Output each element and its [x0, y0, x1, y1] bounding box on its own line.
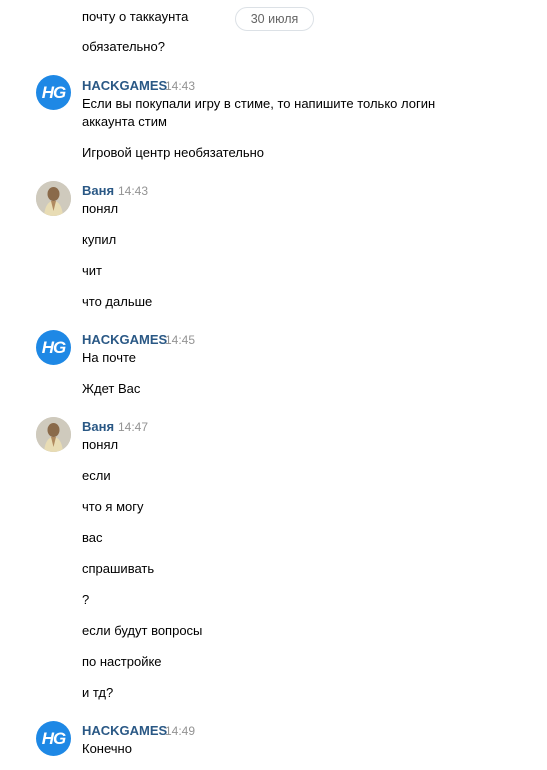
message-text: понял: [82, 201, 119, 216]
message-text: что я могу: [82, 499, 144, 514]
message-text: по настройке: [82, 654, 162, 669]
hackgames-avatar[interactable]: HG: [36, 721, 71, 756]
message-text: обязательно?: [82, 39, 165, 54]
message-text: купил: [82, 232, 117, 247]
message-time[interactable]: 14:43: [118, 184, 148, 198]
hg-logo-text: HG: [41, 337, 66, 357]
author-name[interactable]: HACKGAMES: [82, 332, 167, 347]
message-text: Если вы покупали игру в стиме, то напиши…: [82, 96, 436, 111]
author-name[interactable]: Ваня: [82, 183, 114, 198]
message-text: и тд?: [82, 685, 114, 700]
user-photo-icon: [36, 181, 71, 216]
hackgames-avatar[interactable]: HG: [36, 75, 71, 110]
message-text: чит: [82, 263, 102, 278]
message-text: что дальше: [82, 294, 153, 309]
author-name[interactable]: HACKGAMES: [82, 723, 167, 738]
author-name[interactable]: Ваня: [82, 419, 114, 434]
chat-history: почту о таккаунта 30 июля обязательно? H…: [0, 0, 547, 770]
message-text: почту о таккаунта: [82, 9, 189, 24]
hg-logo-text: HG: [41, 82, 66, 102]
message-text: Конечно: [82, 741, 132, 756]
user-avatar[interactable]: [36, 417, 71, 452]
message-text: аккаунта стим: [82, 114, 167, 129]
message-text: если: [82, 468, 111, 483]
date-divider[interactable]: 30 июля: [235, 7, 314, 31]
message-text: если будут вопросы: [82, 623, 203, 638]
message-text: Ждет Вас: [82, 381, 141, 396]
user-avatar[interactable]: [36, 181, 71, 216]
author-name[interactable]: HACKGAMES: [82, 78, 167, 93]
hackgames-avatar[interactable]: HG: [36, 330, 71, 365]
message-time[interactable]: 14:49: [165, 724, 195, 738]
message-text: вас: [82, 530, 103, 545]
message-text: понял: [82, 437, 119, 452]
message-text: На почте: [82, 350, 137, 365]
message-text: ?: [82, 592, 90, 607]
message-text: спрашивать: [82, 561, 155, 576]
message-time[interactable]: 14:45: [165, 333, 195, 347]
user-photo-icon: [36, 417, 71, 452]
message-time[interactable]: 14:43: [165, 79, 195, 93]
hg-logo-text: HG: [41, 728, 66, 748]
message-text: Игровой центр необязательно: [82, 145, 265, 160]
message-time[interactable]: 14:47: [118, 420, 148, 434]
